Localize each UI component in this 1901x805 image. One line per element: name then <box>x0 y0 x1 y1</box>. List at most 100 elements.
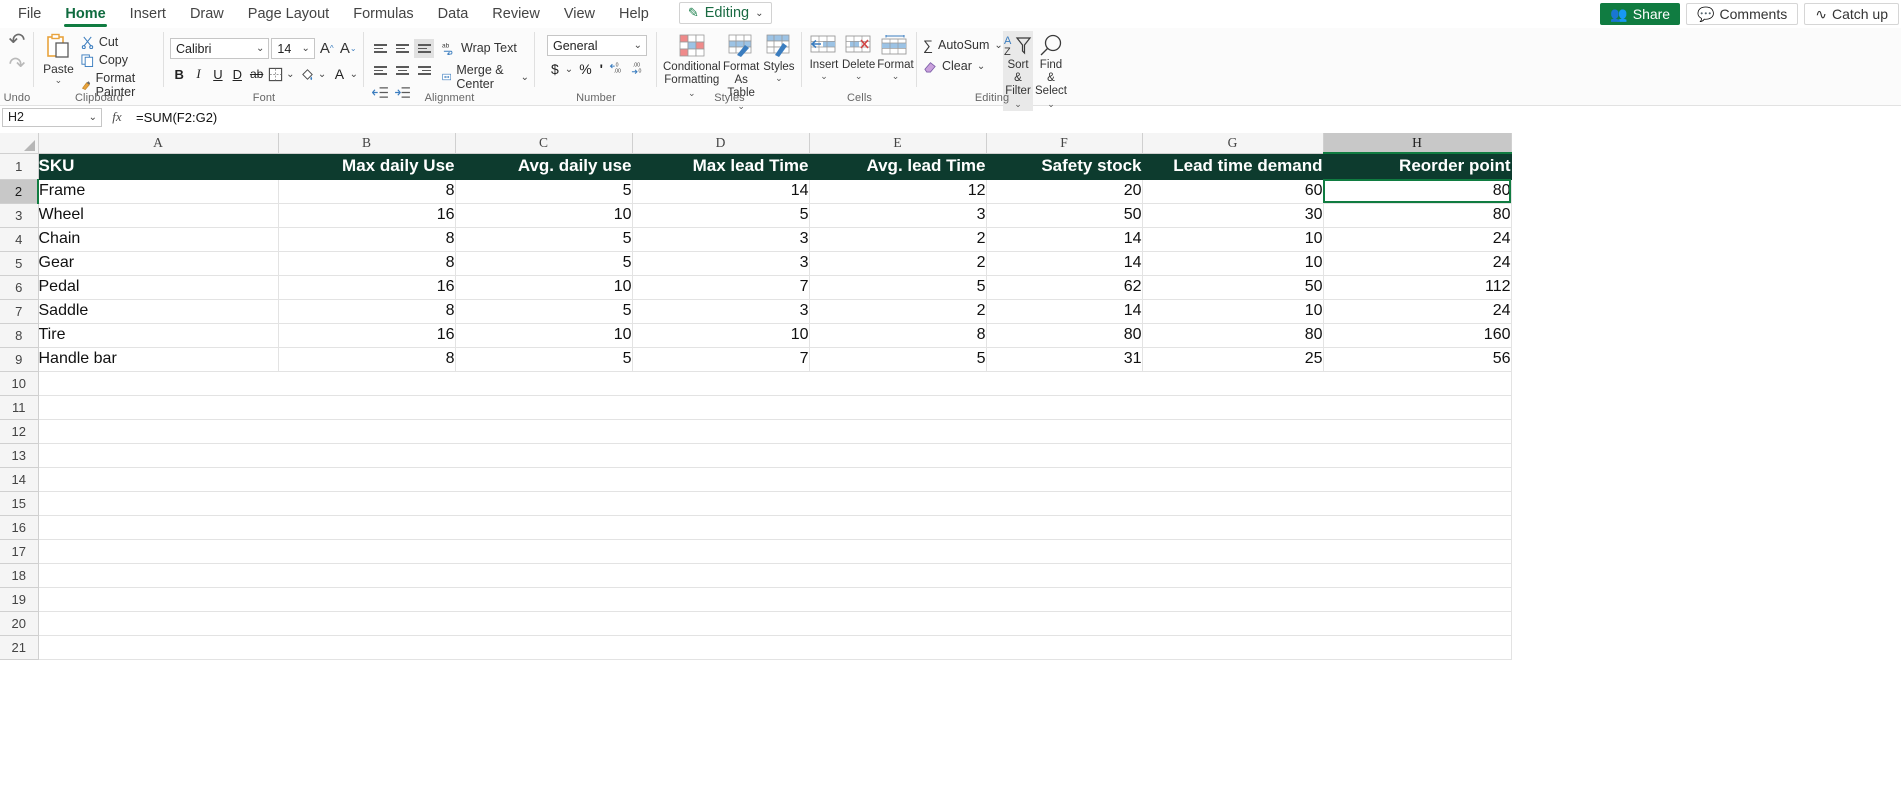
decrease-decimal-button[interactable]: .00 0 <box>630 61 647 77</box>
cell-a9[interactable]: Handle bar <box>38 347 278 371</box>
tab-home[interactable]: Home <box>53 0 117 28</box>
italic-button[interactable]: I <box>189 64 207 84</box>
cell-b4[interactable]: 8 <box>278 227 455 251</box>
align-right-button[interactable] <box>414 61 434 80</box>
row-header-7[interactable]: 7 <box>0 299 38 323</box>
underline-button[interactable]: U <box>209 64 227 84</box>
undo-icon[interactable]: ↶ <box>9 31 26 51</box>
column-header-a[interactable]: A <box>38 133 278 153</box>
column-header-f[interactable]: F <box>986 133 1142 153</box>
tab-view[interactable]: View <box>552 0 607 28</box>
cell-f7[interactable]: 14 <box>986 299 1142 323</box>
cell-b3[interactable]: 16 <box>278 203 455 227</box>
font-color-button[interactable]: A <box>330 64 348 84</box>
cell-c8[interactable]: 10 <box>455 323 632 347</box>
row-header-5[interactable]: 5 <box>0 251 38 275</box>
cell-f6[interactable]: 62 <box>986 275 1142 299</box>
chevron-down-icon[interactable]: ⌄ <box>286 69 294 80</box>
cell-g2[interactable]: 60 <box>1142 179 1323 203</box>
row-header-10[interactable]: 10 <box>0 371 38 395</box>
cell-d6[interactable]: 7 <box>632 275 809 299</box>
empty-cells[interactable] <box>38 443 1511 467</box>
paste-button[interactable]: Paste ⌄ <box>40 31 77 84</box>
insert-cells-button[interactable]: Insert ⌄ <box>808 31 840 80</box>
cell-a2[interactable]: Frame <box>38 179 278 203</box>
tab-insert[interactable]: Insert <box>118 0 178 28</box>
cell-e5[interactable]: 2 <box>809 251 986 275</box>
cell-c6[interactable]: 10 <box>455 275 632 299</box>
increase-font-size-button[interactable]: A^ <box>317 38 337 59</box>
row-header-11[interactable]: 11 <box>0 395 38 419</box>
cell-b9[interactable]: 8 <box>278 347 455 371</box>
cell-h8[interactable]: 160 <box>1323 323 1511 347</box>
tab-data[interactable]: Data <box>426 0 481 28</box>
cell-b6[interactable]: 16 <box>278 275 455 299</box>
name-box[interactable]: H2 ⌄ <box>2 108 102 127</box>
font-size-combo[interactable]: 14 ⌄ <box>271 38 315 59</box>
cell-f5[interactable]: 14 <box>986 251 1142 275</box>
fill-color-button[interactable] <box>299 64 317 84</box>
empty-cells[interactable] <box>38 371 1511 395</box>
row-header-13[interactable]: 13 <box>0 443 38 467</box>
header-cell-avg-lead-time[interactable]: Avg. lead Time <box>809 153 986 179</box>
cell-g3[interactable]: 30 <box>1142 203 1323 227</box>
row-header-3[interactable]: 3 <box>0 203 38 227</box>
row-header-16[interactable]: 16 <box>0 515 38 539</box>
cell-g6[interactable]: 50 <box>1142 275 1323 299</box>
column-header-d[interactable]: D <box>632 133 809 153</box>
align-top-button[interactable] <box>370 39 390 58</box>
cell-a6[interactable]: Pedal <box>38 275 278 299</box>
cell-a3[interactable]: Wheel <box>38 203 278 227</box>
cell-g4[interactable]: 10 <box>1142 227 1323 251</box>
font-name-combo[interactable]: Calibri ⌄ <box>170 38 269 59</box>
cell-g5[interactable]: 10 <box>1142 251 1323 275</box>
header-cell-avg-daily-use[interactable]: Avg. daily use <box>455 153 632 179</box>
cell-d4[interactable]: 3 <box>632 227 809 251</box>
align-middle-button[interactable] <box>392 39 412 58</box>
cell-c7[interactable]: 5 <box>455 299 632 323</box>
currency-format-button[interactable]: $ <box>549 61 561 77</box>
cell-a7[interactable]: Saddle <box>38 299 278 323</box>
column-header-g[interactable]: G <box>1142 133 1323 153</box>
tab-draw[interactable]: Draw <box>178 0 236 28</box>
column-header-b[interactable]: B <box>278 133 455 153</box>
percent-format-button[interactable]: % <box>577 61 593 77</box>
cell-a8[interactable]: Tire <box>38 323 278 347</box>
row-header-6[interactable]: 6 <box>0 275 38 299</box>
cell-g8[interactable]: 80 <box>1142 323 1323 347</box>
tab-review[interactable]: Review <box>480 0 552 28</box>
empty-cells[interactable] <box>38 491 1511 515</box>
cell-h7[interactable]: 24 <box>1323 299 1511 323</box>
row-header-4[interactable]: 4 <box>0 227 38 251</box>
conditional-formatting-button[interactable]: Conditional Formatting ⌄ <box>663 31 721 100</box>
strikethrough-button[interactable]: ab <box>247 64 265 84</box>
cell-styles-button[interactable]: Styles ⌄ <box>762 31 796 82</box>
empty-cells[interactable] <box>38 539 1511 563</box>
cell-e3[interactable]: 3 <box>809 203 986 227</box>
cell-d8[interactable]: 10 <box>632 323 809 347</box>
row-header-15[interactable]: 15 <box>0 491 38 515</box>
row-header-9[interactable]: 9 <box>0 347 38 371</box>
number-format-combo[interactable]: General ⌄ <box>547 35 647 56</box>
column-header-h[interactable]: H <box>1323 133 1511 153</box>
cell-b2[interactable]: 8 <box>278 179 455 203</box>
tab-formulas[interactable]: Formulas <box>341 0 425 28</box>
column-header-c[interactable]: C <box>455 133 632 153</box>
merge-center-button[interactable]: Merge & Center ⌄ <box>442 63 529 91</box>
select-all-corner[interactable] <box>0 133 38 153</box>
row-header-12[interactable]: 12 <box>0 419 38 443</box>
row-header-14[interactable]: 14 <box>0 467 38 491</box>
increase-decimal-button[interactable]: 0 .00 <box>609 61 626 77</box>
row-header-19[interactable]: 19 <box>0 587 38 611</box>
cell-h6[interactable]: 112 <box>1323 275 1511 299</box>
cell-d2[interactable]: 14 <box>632 179 809 203</box>
cell-a5[interactable]: Gear <box>38 251 278 275</box>
editing-mode-button[interactable]: ✎ Editing ⌄ <box>679 2 773 24</box>
header-cell-safety-stock[interactable]: Safety stock <box>986 153 1142 179</box>
double-underline-button[interactable]: D <box>228 64 246 84</box>
cell-d5[interactable]: 3 <box>632 251 809 275</box>
cell-f2[interactable]: 20 <box>986 179 1142 203</box>
cell-c2[interactable]: 5 <box>455 179 632 203</box>
cell-c9[interactable]: 5 <box>455 347 632 371</box>
header-cell-lead-time-demand[interactable]: Lead time demand <box>1142 153 1323 179</box>
